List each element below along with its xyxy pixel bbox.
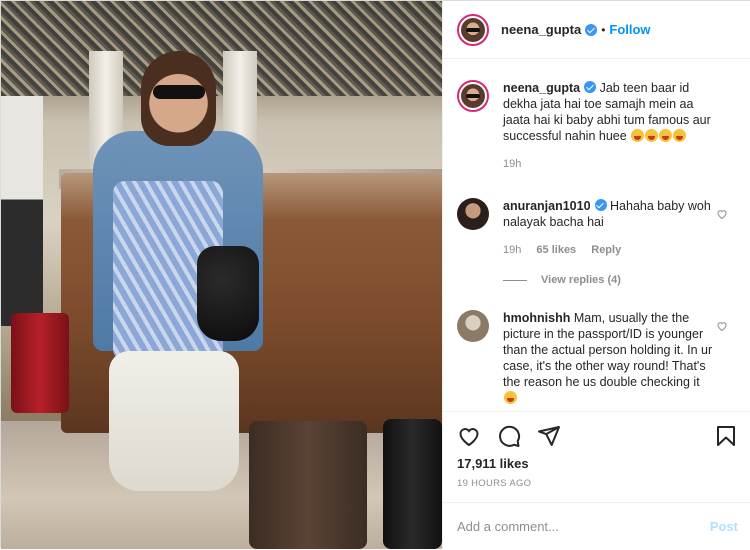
comment-body: anuranjan1010 Hahaha baby woh nalayak ba…: [503, 198, 713, 258]
likes-count[interactable]: 17,911 likes: [457, 456, 529, 471]
post-actions: 17,911 likes 19 HOURS AGO Post: [443, 411, 750, 549]
verified-icon: [584, 81, 597, 93]
add-comment-bar: Post: [443, 502, 750, 550]
heart-icon[interactable]: [716, 320, 728, 332]
caption-avatar[interactable]: [457, 80, 489, 112]
tongue-emoji-icon: [659, 129, 673, 142]
avatar-image: [461, 17, 485, 42]
reply-button[interactable]: Reply: [591, 244, 621, 256]
tongue-emoji-icon: [631, 129, 645, 142]
comment-username[interactable]: hmohnishh: [503, 311, 570, 325]
tongue-emoji-icon: [645, 129, 659, 142]
comment-avatar[interactable]: [457, 310, 489, 342]
photo-white-pants: [109, 351, 239, 491]
follow-button[interactable]: Follow: [609, 22, 650, 37]
avatar[interactable]: [457, 13, 489, 46]
comment-body: hmohnishh Mam, usually the the picture i…: [503, 310, 713, 406]
photo-black-bag: [197, 246, 259, 341]
post-side-panel: neena_gupta • Follow neena_gupta Jab tee…: [442, 1, 750, 549]
comments-list[interactable]: neena_gupta Jab teen baar id dekha jata …: [443, 60, 750, 410]
action-icons: [457, 424, 577, 448]
photo-brown-suitcase: [249, 421, 367, 549]
caption-username[interactable]: neena_gupta: [503, 81, 580, 95]
comment-username[interactable]: anuranjan1010: [503, 199, 591, 213]
comment-meta: 19h 65 likes Reply: [503, 242, 713, 258]
caption-body: neena_gupta Jab teen baar id dekha jata …: [503, 80, 713, 172]
comment-input[interactable]: [457, 519, 710, 534]
comment-icon[interactable]: [497, 424, 521, 448]
caption-meta: 19h: [503, 156, 713, 172]
comment-time[interactable]: 19h: [503, 244, 521, 256]
photo-black-suitcase: [383, 419, 442, 549]
photo-background-man: [1, 96, 43, 326]
header-username[interactable]: neena_gupta: [501, 22, 581, 37]
post-photo[interactable]: [1, 1, 442, 549]
list-item: hmohnishh Mam, usually the the picture i…: [457, 310, 742, 406]
post-timestamp[interactable]: 19 HOURS AGO: [457, 478, 531, 489]
share-icon[interactable]: [537, 424, 561, 448]
comment-avatar[interactable]: [457, 198, 489, 230]
comment-likes[interactable]: 65 likes: [536, 244, 576, 256]
avatar-image: [461, 84, 485, 108]
header-separator: •: [601, 22, 606, 37]
bookmark-icon[interactable]: [714, 424, 738, 448]
post-comment-button[interactable]: Post: [710, 519, 738, 534]
caption: neena_gupta Jab teen baar id dekha jata …: [457, 80, 742, 172]
post-header: neena_gupta • Follow: [443, 1, 750, 59]
instagram-post: neena_gupta • Follow neena_gupta Jab tee…: [0, 0, 750, 549]
heart-icon[interactable]: [716, 208, 728, 220]
verified-icon: [594, 199, 607, 211]
smile-emoji-icon: [504, 391, 517, 404]
photo-sunglasses: [153, 85, 205, 99]
caption-time[interactable]: 19h: [503, 158, 521, 170]
list-item: anuranjan1010 Hahaha baby woh nalayak ba…: [457, 198, 742, 258]
photo-red-suitcase: [11, 313, 69, 413]
verified-icon: [585, 23, 598, 36]
tongue-emoji-icon: [673, 129, 687, 142]
photo-ceiling: [1, 1, 442, 96]
view-replies-button[interactable]: View replies (4): [503, 274, 621, 286]
heart-icon[interactable]: [457, 424, 481, 448]
